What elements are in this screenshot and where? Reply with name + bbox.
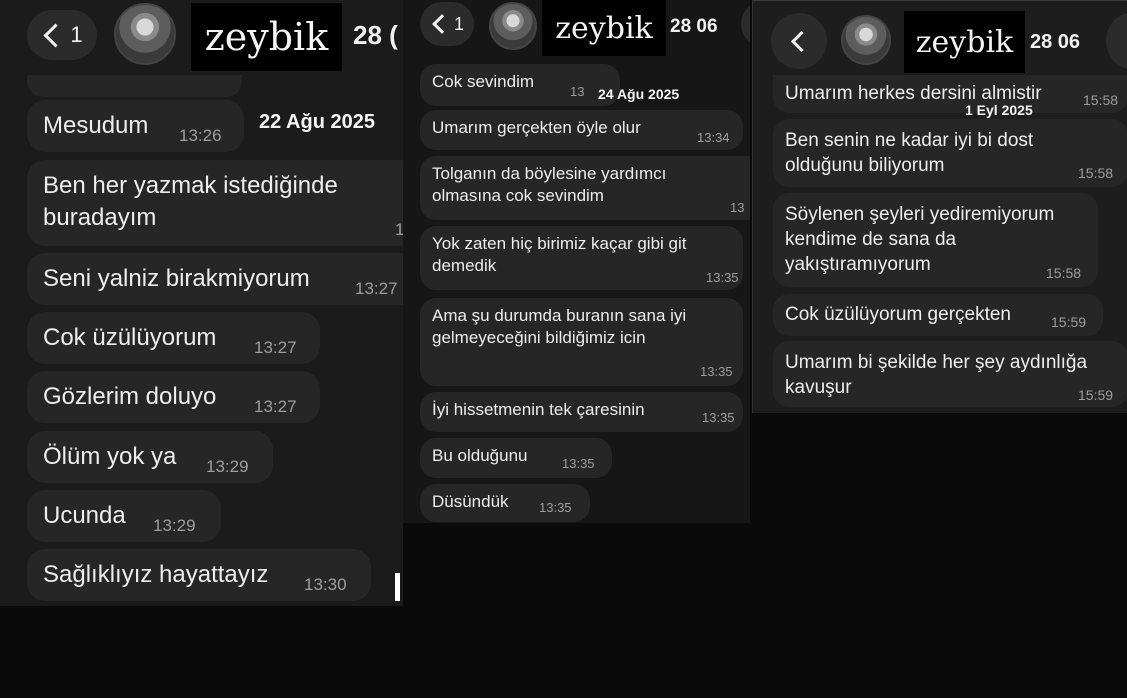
message-bubble[interactable]: Cok üzülüyorum 13:27 — [27, 312, 320, 364]
message-bubble[interactable]: Seni yalniz birakmiyorum 13:27 — [27, 253, 403, 305]
contact-name[interactable]: zeybik — [191, 3, 342, 71]
message-text: Ölüm yok ya — [43, 443, 177, 470]
message-bubble[interactable]: Sağlıklıyız hayattayız 13:30 — [27, 549, 371, 601]
message-text: Cok üzülüyorum — [43, 324, 217, 351]
message-bubble[interactable]: Yok zaten hiç birimiz kaçar gibi git dem… — [420, 226, 743, 290]
date-chip: 1 Eyl 2025 — [965, 102, 1033, 118]
date-chip: 22 Ağu 2025 — [259, 111, 375, 133]
message-bubble[interactable]: Söylenen şeyleri yediremiyorum kendime d… — [773, 193, 1098, 287]
message-time: 13:27 — [254, 338, 297, 357]
chevron-left-icon — [43, 22, 68, 48]
message-bubble[interactable]: Ama şu durumda buranın sana iyi gelmeyec… — [420, 298, 743, 386]
message-text: Seni yalniz birakmiyorum — [43, 265, 310, 292]
message-time: 13:27 — [254, 397, 297, 416]
message-bubble[interactable]: Cok üzülüyorum gerçekten 15:59 — [773, 294, 1103, 336]
message-time: 13:29 — [206, 457, 249, 476]
message-time: 13:30 — [304, 575, 347, 594]
message-bubble[interactable]: Ölüm yok ya 13:29 — [27, 431, 273, 483]
message-bubble[interactable]: Mesudum 13:26 — [27, 100, 244, 152]
back-button[interactable]: 1 — [420, 2, 474, 46]
message-text: Düsündük — [432, 492, 509, 511]
avatar[interactable] — [114, 3, 176, 65]
call-button[interactable] — [741, 2, 750, 46]
message-bubble[interactable]: Düsündük 13:35 — [420, 484, 590, 522]
header-date: 28 ( — [353, 20, 398, 50]
chevron-left-icon — [432, 14, 452, 34]
message-time: 13:29 — [153, 516, 196, 535]
message-time: 15:59 — [1051, 314, 1087, 330]
message-bubble[interactable]: Umarım gerçekten öyle olur 13:34 — [420, 110, 743, 150]
unread-count: 1 — [70, 22, 83, 47]
chat-screenshot-1: 1 zeybik 28 ( Mesudum 13:26 22 Ağu 2025 … — [0, 0, 403, 606]
message-text: Cok sevindim — [432, 72, 535, 91]
message-time: 1 — [395, 220, 403, 239]
message-time: 15:58 — [1046, 265, 1082, 281]
message-text: Gözlerim doluyo — [43, 383, 217, 410]
message-text: Ben senin ne kadar iyi bi dost olduğunu … — [785, 130, 1034, 177]
message-bubble[interactable]: Bu olduğunu 13:35 — [420, 438, 612, 478]
message-time: 13:35 — [706, 270, 739, 285]
message-text: Tolganın da böylesine yardımcı olmasına … — [432, 164, 667, 206]
message-time: 15:59 — [1078, 387, 1114, 403]
message-time: 13:35 — [539, 500, 572, 515]
message-time: 13:26 — [179, 126, 222, 145]
message-time: 13:35 — [700, 364, 733, 379]
message-text: Yok zaten hiç birimiz kaçar gibi git dem… — [432, 234, 687, 276]
message-text: Sağlıklıyız hayattayız — [43, 561, 269, 588]
message-bubble[interactable]: Umarım bi şekilde her şey aydınlığa kavu… — [773, 341, 1127, 407]
message-time: 13:35 — [562, 456, 595, 471]
message-bubble[interactable]: Tolganın da böylesine yardımcı olmasına … — [420, 156, 750, 220]
back-button[interactable] — [771, 13, 827, 69]
contact-name[interactable]: zeybik — [542, 0, 666, 56]
avatar[interactable] — [489, 2, 537, 50]
message-text: İyi hissetmenin tek çaresinin — [432, 400, 645, 419]
header-date: 28 06 — [1030, 31, 1081, 53]
message-text: Umarım bi şekilde her şey aydınlığa kavu… — [785, 352, 1088, 399]
message-text: Mesudum — [43, 112, 149, 139]
message-text: Söylenen şeyleri yediremiyorum kendime d… — [785, 204, 1055, 276]
message-bubble[interactable]: Ben her yazmak istediğinde buradayım 1 — [27, 160, 403, 246]
message-text: Bu olduğunu — [432, 446, 528, 465]
back-button[interactable]: 1 — [27, 10, 97, 60]
message-bubble[interactable]: Cok sevindim 13 — [420, 64, 620, 106]
chevron-left-icon — [790, 30, 813, 52]
message-bubble[interactable]: Ben senin ne kadar iyi bi dost olduğunu … — [773, 119, 1127, 187]
message-text: Ama şu durumda buranın sana iyi gelmeyec… — [432, 306, 687, 348]
message-bubble[interactable]: İyi hissetmenin tek çaresinin 13:35 — [420, 392, 743, 432]
message-text: Cok üzülüyorum gerçekten — [785, 304, 1011, 325]
date-chip: 24 Ağu 2025 — [598, 86, 680, 102]
message-time: 15:58 — [1078, 165, 1114, 181]
scroll-indicator — [395, 573, 400, 601]
call-button[interactable] — [1106, 13, 1127, 69]
avatar[interactable] — [841, 15, 891, 65]
message-bubble[interactable] — [27, 75, 242, 97]
message-bubble[interactable]: Umarım herkes dersini almistir 15:58 — [773, 75, 1127, 113]
unread-count: 1 — [453, 13, 464, 34]
message-time: 13 — [570, 84, 585, 99]
contact-name[interactable]: zeybik — [904, 11, 1025, 73]
message-bubble[interactable]: Gözlerim doluyo 13:27 — [27, 371, 320, 423]
message-text: Ucunda — [43, 502, 126, 529]
message-time: 15:58 — [1083, 92, 1119, 108]
header-date: 28 06 — [670, 16, 718, 37]
message-time: 13:34 — [697, 130, 730, 145]
chat-screenshot-3: zeybik 28 06 Umarım herkes dersini almis… — [752, 0, 1127, 413]
message-time: 13 — [730, 200, 745, 215]
message-text: Umarım gerçekten öyle olur — [432, 118, 641, 137]
message-bubble[interactable]: Ucunda 13:29 — [27, 490, 221, 542]
message-text: Ben her yazmak istediğinde buradayım — [43, 172, 338, 231]
message-time: 13:27 — [355, 279, 398, 298]
message-time: 13:35 — [702, 410, 735, 425]
chat-screenshot-2: 1 zeybik 28 06 Cok sevindim 13 24 Ağu 20… — [403, 0, 750, 523]
